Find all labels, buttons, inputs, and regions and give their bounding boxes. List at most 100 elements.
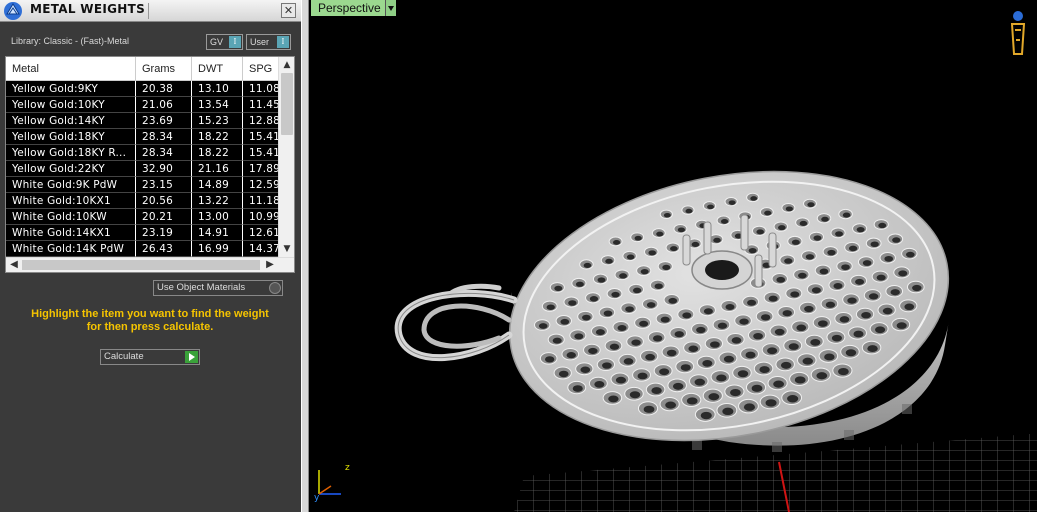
cell-dwt: 13.10 (192, 81, 243, 97)
chevron-down-icon: ⁞ (277, 36, 289, 48)
perforation-hole-inner (700, 411, 712, 420)
table-row[interactable]: White Gold:9K PdW 23.15 14.89 12.59 (6, 177, 279, 193)
cell-metal: White Gold:14K PdW (6, 241, 136, 257)
column-header-dwt[interactable]: DWT (192, 57, 243, 81)
perforation-hole-inner (743, 403, 756, 411)
cell-metal: White Gold:10KW (6, 209, 136, 225)
table-body: Yellow Gold:9KY 20.38 13.10 11.08 Yellow Gol… (6, 81, 279, 257)
perforation-hole-inner (867, 345, 878, 353)
perforation-hole-inner (685, 208, 693, 214)
perforation-hole-inner (656, 231, 664, 237)
perforation-hole-inner (784, 258, 793, 264)
use-object-materials-toggle[interactable]: Use Object Materials (153, 280, 283, 296)
perforation-hole-inner (759, 366, 770, 374)
perforation-hole-inner (646, 302, 656, 308)
chevron-down-icon[interactable] (385, 0, 396, 16)
perforation-hole-inner (707, 204, 714, 210)
cell-dwt: 13.00 (192, 209, 243, 225)
table-row[interactable]: White Gold:10KX1 20.56 13.22 11.18 (6, 193, 279, 209)
pendant-model[interactable] (394, 136, 972, 476)
column-header-metal[interactable]: Metal (6, 57, 136, 81)
cell-spg: 15.41 (243, 145, 279, 161)
cell-dwt: 18.22 (192, 145, 243, 161)
horizontal-scroll-thumb[interactable] (22, 260, 260, 270)
perforation-hole-inner (825, 301, 836, 308)
gv-dropdown[interactable]: GV ⁞ (206, 34, 243, 50)
perforation-hole-inner (625, 306, 634, 313)
perforation-hole-inner (696, 326, 706, 334)
perforation-hole-inner (639, 320, 649, 327)
perforation-hole-inner (790, 291, 800, 298)
perforation-hole-inner (722, 407, 734, 416)
horizontal-scrollbar[interactable]: ◀ ▶ (6, 257, 294, 272)
gv-dropdown-label: GV (210, 37, 224, 47)
perforation-hole-inner (615, 376, 626, 384)
cell-spg: 12.61 (243, 225, 279, 241)
perforation-hole-inner (702, 360, 713, 367)
cell-spg: 12.88 (243, 113, 279, 129)
perforation-hole-inner (807, 202, 815, 208)
perforation-hole-inner (637, 372, 648, 380)
panel-splitter[interactable] (301, 0, 309, 512)
perforation-hole-inner (651, 387, 662, 395)
perspective-viewport[interactable]: z y Perspective (309, 0, 1037, 512)
viewport-view-tab[interactable]: Perspective (311, 0, 389, 16)
cell-dwt: 14.91 (192, 225, 243, 241)
titlebar-divider (148, 3, 149, 19)
perforation-hole-inner (720, 219, 729, 224)
instructions-line-1: Highlight the item you want to find the … (31, 308, 269, 320)
user-dropdown[interactable]: User ⁞ (246, 34, 291, 50)
close-icon[interactable]: ✕ (281, 3, 296, 18)
perforation-hole-inner (780, 361, 792, 369)
perforation-hole-inner (691, 241, 700, 247)
cell-metal: White Gold:14KX1 (6, 225, 136, 241)
perforation-hole-inner (896, 322, 907, 329)
perforation-hole-inner (805, 254, 815, 260)
perforation-hole-inner (739, 318, 749, 325)
perforation-hole-inner (662, 264, 671, 271)
perforation-hole-inner (753, 332, 763, 340)
perforation-hole-inner (595, 329, 605, 336)
vertical-scrollbar[interactable]: ▲ ▼ (278, 57, 294, 257)
scroll-right-icon[interactable]: ▶ (264, 259, 276, 271)
panel-title: METAL WEIGHTS (30, 2, 146, 16)
table-row[interactable]: Yellow Gold:9KY 20.38 13.10 11.08 (6, 81, 279, 97)
table-row[interactable]: Yellow Gold:18KY R... 28.34 18.22 15.41 (6, 145, 279, 161)
scroll-up-icon[interactable]: ▲ (281, 59, 293, 71)
perforation-hole-inner (856, 227, 865, 233)
perforation-hole-inner (862, 260, 872, 266)
table-row[interactable]: Yellow Gold:14KY 23.69 15.23 12.88 (6, 113, 279, 129)
perforation-hole-inner (767, 347, 778, 355)
perforation-hole-inner (774, 328, 785, 336)
toggle-indicator-icon (269, 282, 281, 294)
perforation-hole-inner (796, 324, 807, 332)
scroll-left-icon[interactable]: ◀ (8, 259, 20, 271)
perforation-hole-inner (748, 247, 757, 254)
column-header-spg[interactable]: SPG (243, 57, 279, 81)
perforation-hole-inner (776, 276, 786, 283)
calculate-button[interactable]: Calculate (100, 349, 200, 365)
perforation-hole-inner (839, 316, 850, 323)
perforation-hole-inner (677, 227, 686, 233)
perforation-hole-inner (884, 255, 894, 262)
table-row[interactable]: Yellow Gold:10KY 21.06 13.54 11.45 (6, 97, 279, 113)
perforation-hole-inner (868, 293, 879, 300)
perforation-hole-inner (560, 318, 570, 325)
table-row[interactable]: White Gold:14KX1 23.19 14.91 12.61 (6, 225, 279, 241)
perforation-hole-inner (619, 273, 628, 279)
perforation-hole-inner (659, 368, 670, 376)
perforation-hole-inner (731, 337, 742, 344)
navigator-figure-icon[interactable] (1010, 11, 1026, 55)
vertical-scroll-thumb[interactable] (281, 73, 293, 135)
column-header-grams[interactable]: Grams (136, 57, 192, 81)
cell-grams: 28.34 (136, 129, 192, 145)
table-row[interactable]: Yellow Gold:22KY 32.90 21.16 17.89 (6, 161, 279, 177)
table-header: Metal Grams DWT SPG (6, 57, 279, 81)
perforation-hole-inner (765, 399, 777, 407)
table-row[interactable]: White Gold:10KW 20.21 13.00 10.99 (6, 209, 279, 225)
table-row[interactable]: White Gold:14K PdW 26.43 16.99 14.37 (6, 241, 279, 257)
scroll-down-icon[interactable]: ▼ (281, 243, 293, 255)
perforation-hole-inner (660, 316, 670, 323)
cell-metal: White Gold:9K PdW (6, 177, 136, 193)
table-row[interactable]: Yellow Gold:18KY 28.34 18.22 15.41 (6, 129, 279, 145)
